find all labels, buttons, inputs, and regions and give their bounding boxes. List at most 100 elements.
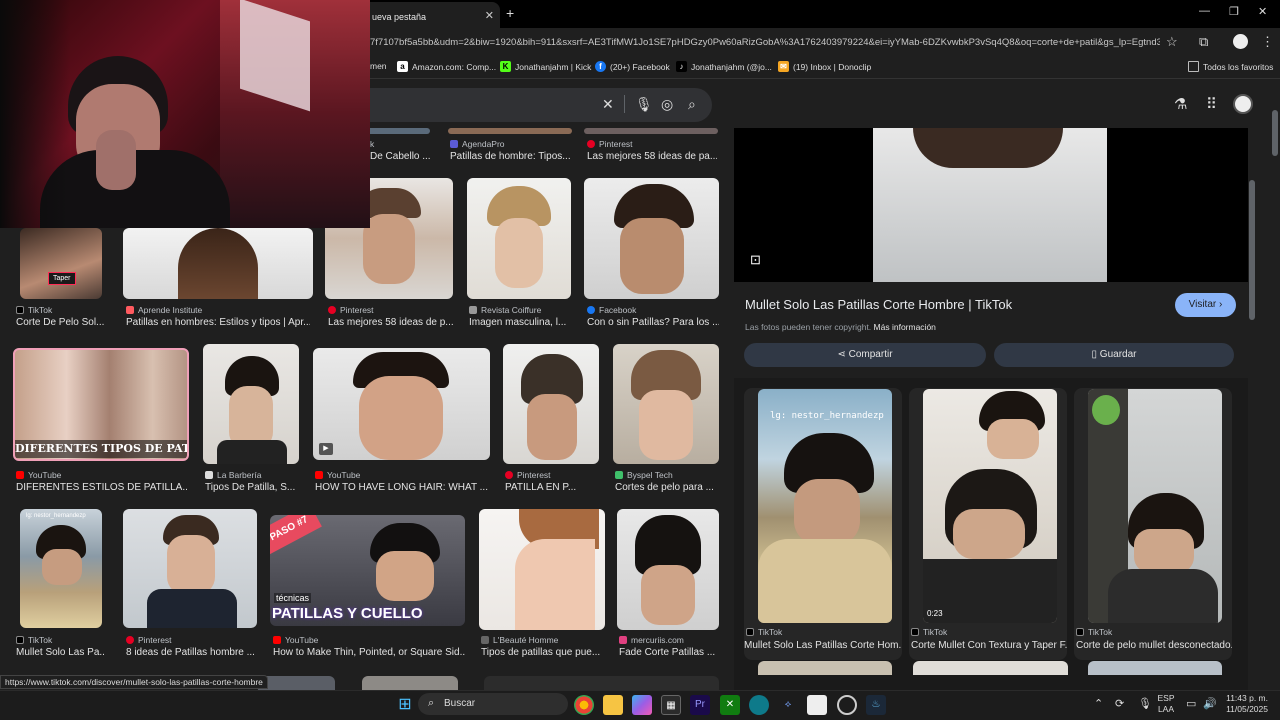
result-title[interactable]: Con o sin Patillas? Para los ... [587,317,719,328]
result-title[interactable]: De Cabello ... [370,151,440,162]
image-thumb[interactable] [258,676,335,690]
image-thumb[interactable] [1088,389,1222,623]
store-icon[interactable]: ▦ [661,695,681,715]
image-thumb[interactable]: lg: nestor_hernandezp [20,509,102,628]
network-icon[interactable]: ▭ [1186,697,1196,710]
image-thumb[interactable] [123,228,313,299]
panel-scrollbar[interactable] [1249,180,1255,320]
result-title[interactable]: Cortes de pelo para ... [615,482,719,493]
image-thumb[interactable] [467,178,571,299]
all-bookmarks[interactable]: Todos los favoritos [1188,61,1273,72]
mic-icon[interactable]: 🎙 [1138,697,1152,710]
menu-icon[interactable]: ⋮ [1261,34,1274,50]
result-title[interactable]: Fade Corte Patillas ... [619,647,719,658]
bookmark-amazon[interactable]: a Amazon.com: Comp... [397,61,496,72]
steam-icon[interactable]: ♨ [866,695,886,715]
clock[interactable]: 11:43 p. m. 11/05/2025 [1218,693,1268,715]
minimize-icon[interactable]: — [1199,5,1210,17]
result-title[interactable]: Las mejores 58 ideas de p... [328,317,453,328]
related-card[interactable]: TikTok Corte de pelo mullet desconectado… [1074,388,1232,660]
visit-button[interactable]: Visitar › [1175,293,1236,317]
chrome-icon[interactable] [574,695,594,715]
image-thumb[interactable] [758,661,892,675]
star-icon[interactable]: ☆ [1166,34,1178,50]
image-thumb[interactable] [484,676,719,690]
maximize-icon[interactable]: ❐ [1229,5,1239,18]
image-thumb[interactable]: DIFERENTES TIPOS DE PATILLAS [13,348,189,461]
result-title[interactable]: Patillas en hombres: Estilos y tipos | A… [126,317,310,328]
bookmark-0[interactable]: men [370,61,387,71]
bookmark-facebook[interactable]: f (20+) Facebook [595,61,670,72]
copilot-icon[interactable] [632,695,652,715]
edge-icon[interactable] [749,695,769,715]
result-title[interactable]: PATILLA EN P... [505,482,599,493]
language-indicator[interactable]: ESP LAA [1154,693,1178,715]
result-title[interactable]: Corte Mullet Con Textura y Taper F... [911,640,1067,651]
tab-new[interactable]: ueva pestaña ✕ [362,2,500,28]
result-title[interactable]: Imagen masculina, l... [469,317,571,328]
obs-icon[interactable] [837,695,857,715]
lens-icon[interactable]: ◎ [661,96,673,113]
profile-icon[interactable] [1233,34,1248,49]
window-close-icon[interactable]: ✕ [1258,5,1267,18]
result-title[interactable]: Mullet Solo Las Pa... [16,647,104,658]
xbox-icon[interactable]: ✕ [720,695,740,715]
result-title[interactable]: Tipos de patillas que pue... [481,647,605,658]
image-thumb[interactable] [448,128,572,134]
page-scrollbar[interactable] [1272,110,1278,156]
image-thumb[interactable] [913,661,1068,675]
related-card[interactable]: 0:23 TikTok Corte Mullet Con Textura y T… [909,388,1067,660]
image-thumb[interactable]: ▶ [313,348,490,460]
lens-search-icon[interactable]: ⊡ [750,252,761,268]
file-explorer-icon[interactable] [603,695,623,715]
premiere-icon[interactable]: Pr [690,695,710,715]
image-thumb[interactable] [617,509,719,630]
image-thumb[interactable] [479,509,605,630]
image-thumb[interactable]: Taper [20,228,102,299]
result-title[interactable]: DIFERENTES ESTILOS DE PATILLA... [16,482,188,493]
bookmark-tiktok[interactable]: ♪ Jonathanjahm (@jo... [676,61,772,72]
image-thumb[interactable] [1088,661,1222,675]
image-thumb[interactable]: lg: nestor_hernandezp [758,389,892,623]
avatar[interactable] [1233,94,1253,114]
image-thumb[interactable] [123,509,257,628]
result-title[interactable]: Tipos De Patilla, S... [205,482,299,493]
bookmark-donoclip[interactable]: ✉ (19) Inbox | Donoclip [778,61,871,72]
save-button[interactable]: ▯ Guardar [994,343,1234,367]
image-thumb[interactable] [613,344,719,464]
notepad-icon[interactable] [807,695,827,715]
new-tab-icon[interactable]: + [506,5,514,21]
image-thumb[interactable] [203,344,299,464]
app-icon[interactable]: ⟡ [778,695,798,715]
image-thumb[interactable]: PASO #7 técnicas PATILLAS Y CUELLO [270,515,465,626]
image-thumb[interactable] [584,178,719,299]
windows-start-icon[interactable]: ⊞ [395,695,415,715]
taskbar-search[interactable]: ⌕ Buscar [418,693,568,715]
extensions-icon[interactable]: ⧉ [1199,34,1208,50]
result-title[interactable]: HOW TO HAVE LONG HAIR: WHAT ... [315,482,490,493]
image-thumb[interactable] [584,128,718,134]
microphone-icon[interactable]: 🎙 [635,96,653,113]
search-icon[interactable]: ⌕ [688,96,696,113]
result-title[interactable]: Patillas de hombre: Tipos... [450,151,572,162]
preview-image[interactable] [873,128,1107,282]
tray-chevron-icon[interactable]: ⌃ [1094,697,1103,710]
result-title[interactable]: Las mejores 58 ideas de pa... [587,151,717,162]
labs-icon[interactable]: ⚗ [1174,95,1187,113]
result-title[interactable]: Corte De Pelo Sol... [16,317,104,328]
url-field[interactable]: 7f7107bf5a5bb&udm=2&biw=1920&bih=911&sxs… [370,37,1160,48]
image-thumb[interactable] [503,344,599,464]
panel-title[interactable]: Mullet Solo Las Patillas Corte Hombre | … [745,297,1012,312]
image-thumb[interactable]: 0:23 [923,389,1057,623]
image-thumb[interactable] [362,676,458,690]
result-title[interactable]: Corte de pelo mullet desconectado... [1076,640,1232,651]
more-info-link[interactable]: Más información [874,322,936,332]
result-title[interactable]: How to Make Thin, Pointed, or Square Sid… [273,647,465,658]
share-button[interactable]: ⋖ Compartir [744,343,986,367]
sync-icon[interactable]: ⟳ [1115,697,1124,710]
result-title[interactable]: 8 ideas de Patillas hombre ... [126,647,257,658]
clear-icon[interactable]: ✕ [602,96,614,113]
volume-icon[interactable]: 🔊 [1203,697,1217,710]
result-title[interactable]: Mullet Solo Las Patillas Corte Hom... [744,640,902,651]
bookmark-kick[interactable]: K Jonathanjahm | Kick [500,61,591,72]
